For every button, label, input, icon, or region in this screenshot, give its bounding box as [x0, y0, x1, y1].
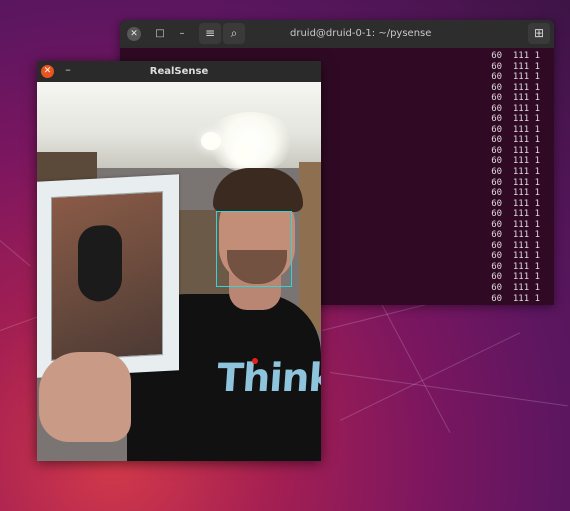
feed-frame-photo: [51, 191, 163, 361]
feed-hair: [213, 168, 303, 212]
close-icon[interactable]: ✕: [127, 27, 141, 41]
feed-wall: [299, 162, 321, 332]
camera-feed: Think: [37, 82, 321, 461]
feed-picture-frame: [37, 174, 179, 378]
wallpaper-line: [0, 316, 38, 331]
feed-photo-object: [78, 224, 122, 303]
maximize-icon[interactable]: □: [153, 27, 167, 41]
face-detection-box: [216, 211, 292, 287]
realsense-window[interactable]: RealSense ✕ – Think: [37, 61, 321, 461]
new-tab-icon[interactable]: ⊞: [528, 23, 550, 44]
shirt-logo-text: Think: [215, 356, 321, 401]
realsense-title: RealSense: [149, 66, 209, 77]
terminal-titlebar[interactable]: ✕ □ – ≡ ⌕ druid@druid-0-1: ~/pysense ⊞: [120, 20, 554, 48]
minimize-icon[interactable]: –: [175, 27, 189, 41]
hamburger-menu-icon[interactable]: ≡: [199, 23, 221, 44]
terminal-line: 60 111 1: [491, 51, 540, 61]
wallpaper-line: [329, 372, 568, 407]
minimize-icon[interactable]: –: [61, 63, 75, 77]
wallpaper-line: [0, 240, 31, 267]
terminal-title: druid@druid-0-1: ~/pysense: [290, 28, 432, 39]
close-icon[interactable]: ✕: [41, 65, 54, 78]
realsense-titlebar[interactable]: RealSense ✕ –: [37, 61, 321, 82]
search-icon[interactable]: ⌕: [223, 23, 245, 44]
feed-bulb: [201, 132, 221, 150]
shirt-logo-dot: [252, 358, 258, 364]
wallpaper-line: [379, 300, 451, 433]
feed-hand: [39, 352, 131, 442]
feed-bulb: [233, 142, 255, 164]
